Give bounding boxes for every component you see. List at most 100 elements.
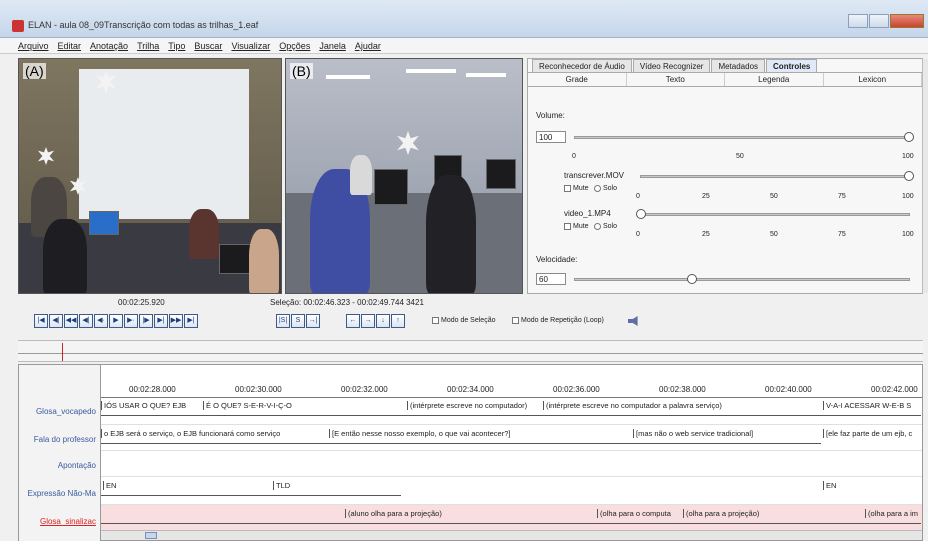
go-to-end-button[interactable]: ▶| [184, 314, 198, 328]
tier-name-expressao[interactable]: Expressão Não-Ma [28, 489, 96, 498]
speed-slider[interactable] [574, 274, 910, 284]
previous-scrollview-button[interactable]: ◀| [49, 314, 63, 328]
go-to-begin-button[interactable]: |◀ [34, 314, 48, 328]
video-player-a[interactable]: (A) [18, 58, 282, 294]
menu-trilha[interactable]: Trilha [137, 38, 159, 53]
tier-up-button[interactable]: ↑ [391, 314, 405, 328]
track2-tick: 75 [838, 231, 846, 238]
tier-down-button[interactable]: ↓ [376, 314, 390, 328]
annotation-extent [101, 523, 921, 524]
tab-subtitles[interactable]: Legenda [725, 73, 824, 86]
track1-solo-radio[interactable]: Solo [594, 185, 617, 192]
selection-buttons: |S| S →| [276, 314, 321, 328]
selection-mode-checkbox[interactable]: Modo de Seleção [432, 317, 495, 324]
track2-tick: 0 [636, 231, 640, 238]
timeline-horizontal-scrollbar[interactable] [101, 530, 922, 540]
next-frame-button[interactable]: |▶ [139, 314, 153, 328]
annotation[interactable]: o EJB será o serviço, o EJB funcionará c… [101, 429, 327, 438]
annotation[interactable]: (intérprete escreve no computador) [407, 401, 543, 410]
track1-volume-slider[interactable] [640, 171, 914, 181]
selection-right-button[interactable]: → [361, 314, 375, 328]
track1-mute-checkbox[interactable]: Mute [564, 185, 589, 192]
tier-name-glosa-sinalizac[interactable]: Glosa_sinalizac [40, 517, 96, 526]
track2-mute-checkbox[interactable]: Mute [564, 223, 589, 230]
speed-input[interactable]: 60 [536, 273, 566, 285]
annotation[interactable]: (olha para a projeção) [683, 509, 863, 518]
volume-slider[interactable] [574, 132, 914, 142]
overview-crosshair [62, 343, 63, 361]
track1-slider-thumb[interactable] [904, 171, 914, 181]
tab-audio-recognizer[interactable]: Reconhecedor de Áudio [532, 59, 632, 72]
menu-arquivo[interactable]: Arquivo [18, 38, 49, 53]
toggle-crosshair-button[interactable]: →| [306, 314, 320, 328]
annotation[interactable]: V-A-I ACESSAR W-E-B S [823, 401, 922, 410]
track2-slider-thumb[interactable] [636, 209, 646, 219]
annotation[interactable]: É O QUE? S-E-R-V-I-Ç-O [203, 401, 393, 410]
monitor [486, 159, 516, 189]
loop-mode-label: Modo de Repetição (Loop) [521, 317, 604, 324]
speed-slider-thumb[interactable] [686, 274, 697, 284]
waveform-overview[interactable] [18, 340, 923, 362]
scrollbar-thumb[interactable] [145, 532, 157, 539]
loop-mode-checkbox[interactable]: Modo de Repetição (Loop) [512, 317, 604, 324]
volume-icon[interactable] [628, 316, 638, 326]
next-pixel-button[interactable]: ▶· [124, 314, 138, 328]
annotation[interactable]: (olha para a im [865, 509, 922, 518]
minimize-button[interactable] [848, 14, 868, 28]
ruler-label: 00:02:28.000 [129, 385, 176, 394]
person [350, 155, 372, 195]
volume-input[interactable]: 100 [536, 131, 566, 143]
play-button[interactable]: ▶ [109, 314, 123, 328]
annotation[interactable]: IÓS USAR O QUE? EJB [101, 401, 201, 410]
tab-controls[interactable]: Controles [766, 59, 818, 72]
menu-editar[interactable]: Editar [58, 38, 82, 53]
volume-slider-thumb[interactable] [904, 132, 914, 142]
menu-opcoes[interactable]: Opções [279, 38, 310, 53]
track2-volume-slider[interactable] [636, 209, 910, 219]
track2-solo-radio[interactable]: Solo [594, 223, 617, 230]
tier-name-fala-professor[interactable]: Fala do professor [34, 435, 96, 444]
previous-frame-button[interactable]: ◀| [79, 314, 93, 328]
tier-name-glosa-vocapedo[interactable]: Glosa_vocapedo [36, 407, 96, 416]
menu-visualizar[interactable]: Visualizar [231, 38, 270, 53]
timeline-content[interactable]: 00:02:28.000 00:02:30.000 00:02:32.000 0… [101, 365, 922, 541]
annotation[interactable]: TLD [273, 481, 403, 490]
video-player-b[interactable]: (B) [285, 58, 523, 294]
play-selection-button[interactable]: |S| [276, 314, 290, 328]
annotation[interactable]: EN [103, 481, 273, 490]
maximize-button[interactable] [869, 14, 889, 28]
selection-left-button[interactable]: ← [346, 314, 360, 328]
annotation-extent [101, 415, 921, 416]
annotation[interactable]: [mas não o web service tradicional] [633, 429, 821, 438]
volume-tick: 0 [572, 153, 576, 160]
next-second-button[interactable]: ▶| [154, 314, 168, 328]
tab-grid[interactable]: Grade [528, 73, 627, 86]
menu-tipo[interactable]: Tipo [168, 38, 185, 53]
previous-pixel-button[interactable]: ◀· [94, 314, 108, 328]
annotation[interactable]: [E então nesse nosso exemplo, o que vai … [329, 429, 629, 438]
panel-scrollbar[interactable] [922, 59, 928, 293]
next-scrollview-button[interactable]: ▶▶ [169, 314, 183, 328]
menu-anotacao[interactable]: Anotação [90, 38, 128, 53]
tier-name-apontacao[interactable]: Apontação [58, 461, 96, 470]
annotation[interactable]: (olha para o computa [597, 509, 683, 518]
previous-second-button[interactable]: ◀◀ [64, 314, 78, 328]
menu-buscar[interactable]: Buscar [194, 38, 222, 53]
window-title: ELAN - aula 08_09Transcrição com todas a… [28, 20, 259, 30]
close-button[interactable] [890, 14, 924, 28]
annotation[interactable]: (aluno olha para a projeção) [345, 509, 597, 518]
clear-selection-button[interactable]: S [291, 314, 305, 328]
menu-ajudar[interactable]: Ajudar [355, 38, 381, 53]
menu-janela[interactable]: Janela [319, 38, 346, 53]
annotation[interactable]: EN [823, 481, 922, 490]
tab-video-recognizer[interactable]: Vídeo Recognizer [632, 59, 711, 72]
annotation[interactable]: [ele faz parte de um ejb, c [823, 429, 922, 438]
track1-tick: 75 [838, 193, 846, 200]
track2-label: video_1.MP4 [564, 209, 611, 218]
solo-label: Solo [603, 223, 618, 230]
track1-tick: 50 [770, 193, 778, 200]
annotation[interactable]: (intérprete escreve no computador a pala… [543, 401, 821, 410]
tab-metadata[interactable]: Metadados [711, 59, 766, 72]
tab-lexicon[interactable]: Lexicon [824, 73, 922, 86]
tab-text[interactable]: Texto [627, 73, 725, 86]
